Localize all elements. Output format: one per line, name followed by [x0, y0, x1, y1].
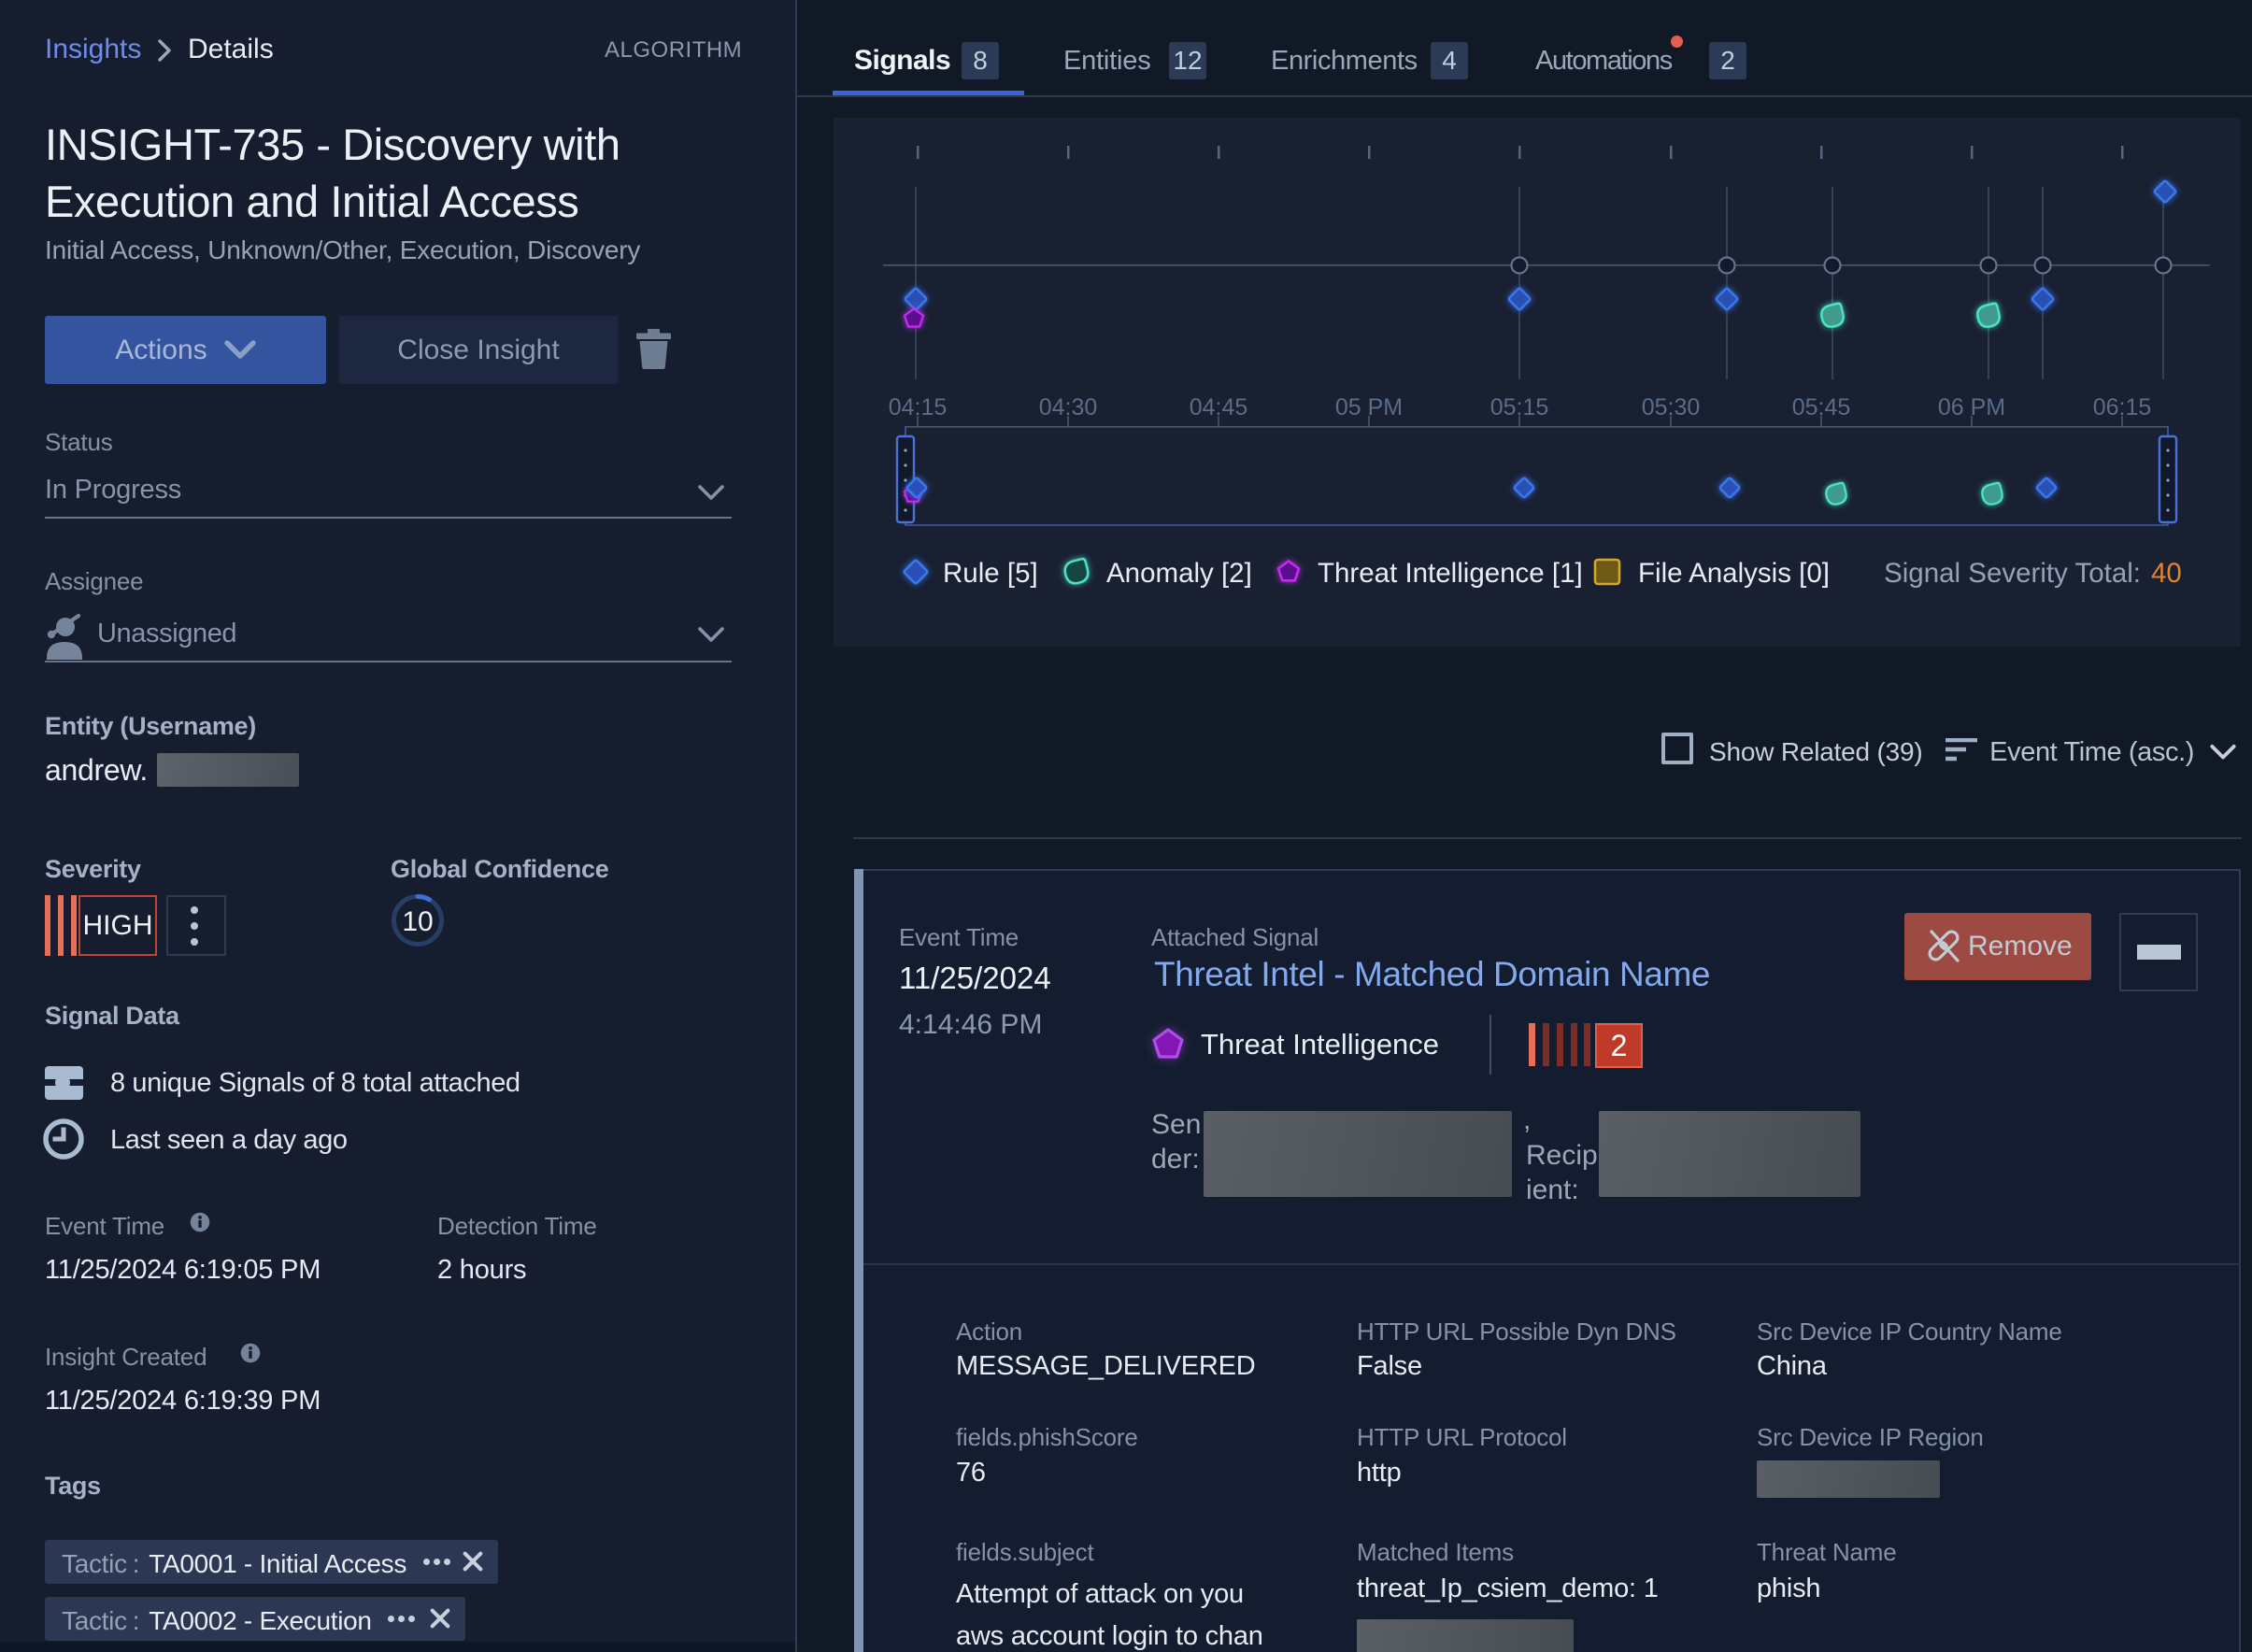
svg-text:Rule [5]: Rule [5] [943, 558, 1038, 589]
svg-text:10: 10 [402, 906, 433, 937]
svg-text:Signal Severity Total:: Signal Severity Total: [1884, 558, 2141, 589]
svg-text:Threat Intelligence [1]: Threat Intelligence [1] [1318, 558, 1583, 589]
svg-text:File Analysis [0]: File Analysis [0] [1638, 558, 1830, 589]
svg-text:40: 40 [2151, 558, 2182, 589]
svg-text:Anomaly [2]: Anomaly [2] [1106, 558, 1252, 589]
